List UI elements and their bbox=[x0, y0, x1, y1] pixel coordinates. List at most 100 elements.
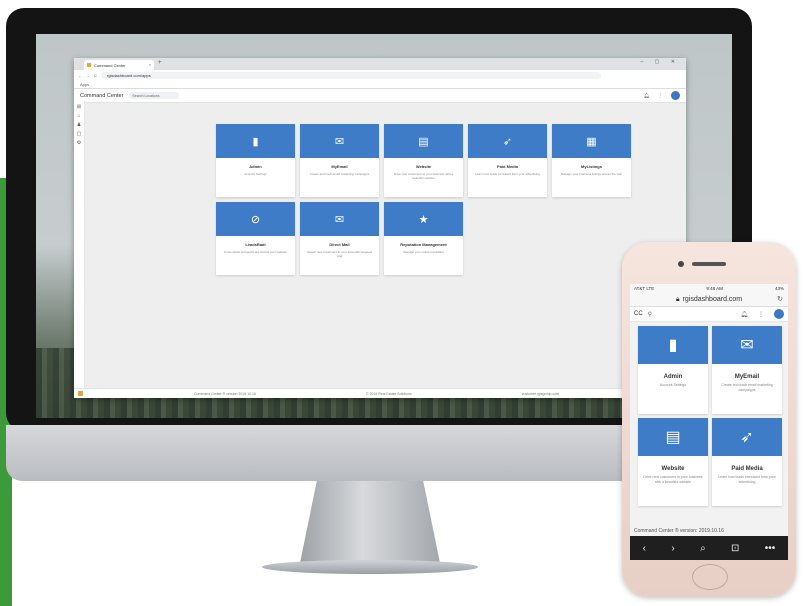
card-title: Admin bbox=[249, 164, 262, 169]
website-icon: ▤ bbox=[418, 135, 429, 148]
bell-icon[interactable]: 🔔︎ bbox=[740, 311, 748, 318]
bookmarks-bar[interactable]: Apps bbox=[74, 81, 686, 89]
lock-icon: 🔒︎ bbox=[675, 295, 680, 303]
sidebar-item-pages[interactable]: ▢ bbox=[74, 131, 84, 137]
card-desc: Create and track email marketing campaig… bbox=[721, 383, 773, 392]
card-reputation-management[interactable]: ★ Reputation Management Manage your onli… bbox=[384, 202, 463, 275]
card-admin[interactable]: ▮ Admin Account Settings bbox=[638, 326, 708, 414]
card-desc: Account Settings bbox=[244, 172, 267, 176]
card-title: Direct Mail bbox=[329, 242, 350, 247]
card-desc: Create and track email marketing campaig… bbox=[309, 172, 370, 176]
smartphone: AT&T LTE 9:48 AM 43% 🔒︎ rgisdashboard.co… bbox=[622, 242, 796, 596]
card-direct-mail[interactable]: ✉ Direct Mail Reach new customers in you… bbox=[300, 202, 379, 275]
browser-tab[interactable]: Command Center × bbox=[84, 60, 154, 70]
more-icon[interactable]: ⋮ bbox=[758, 311, 764, 318]
admin-icon: ▮ bbox=[252, 135, 259, 148]
avatar[interactable] bbox=[671, 91, 680, 100]
mobile-url-bar[interactable]: 🔒︎ rgisdashboard.com ↻ bbox=[630, 293, 788, 307]
email-icon: ✉ bbox=[740, 337, 754, 354]
star-badge-icon: ★ bbox=[418, 213, 429, 226]
mobile-card-grid: ▮ Admin Account Settings ✉ MyEmail Creat… bbox=[638, 326, 782, 506]
window-controls[interactable]: – ▢ ✕ bbox=[641, 59, 680, 65]
card-desc: Learn how leads increased from your adve… bbox=[718, 475, 776, 484]
footer-logo-icon bbox=[78, 391, 83, 396]
browser-window: Command Center × + – ▢ ✕ ← → C rgisdashb… bbox=[74, 58, 686, 398]
carrier: AT&T LTE bbox=[634, 286, 655, 291]
card-title: Admin bbox=[663, 374, 683, 380]
compass-icon: ⊘ bbox=[250, 213, 261, 226]
mail-icon: ✉ bbox=[334, 213, 345, 226]
browser-tab-bar: Command Center × + – ▢ ✕ bbox=[74, 58, 686, 70]
close-tab-icon[interactable]: × bbox=[149, 62, 151, 67]
pin-icon[interactable]: ⚲ bbox=[648, 311, 652, 318]
camera-icon bbox=[678, 261, 684, 267]
mobile-app-header: CC ⚲ 🔔︎ ⋮ bbox=[630, 307, 788, 322]
bell-icon[interactable]: 🔔︎ bbox=[644, 93, 650, 99]
location-selector[interactable]: Search Locations bbox=[129, 92, 180, 99]
clipboard-icon: ▦ bbox=[586, 135, 597, 148]
card-title: MyEmail bbox=[734, 374, 760, 380]
sidebar-item-settings[interactable]: ⚙ bbox=[74, 140, 84, 146]
sidebar-item-apps[interactable]: ⊞ bbox=[74, 104, 84, 110]
sidebar: ⊞ ⌂ ♟ ▢ ⚙ bbox=[74, 101, 85, 397]
url-text: rgisdashboard.com/apps bbox=[106, 73, 151, 78]
tabs-icon[interactable]: ⊡ bbox=[731, 543, 739, 554]
status-bar: AT&T LTE 9:48 AM 43% bbox=[630, 284, 788, 293]
website-icon: ▤ bbox=[665, 429, 681, 446]
forward-icon[interactable]: → bbox=[86, 73, 90, 78]
card-paid-media[interactable]: ➶ Paid Media Learn how leads increased f… bbox=[468, 124, 547, 197]
card-desc: Account Settings bbox=[659, 383, 687, 387]
avatar[interactable] bbox=[774, 309, 784, 319]
url-field[interactable]: rgisdashboard.com/apps bbox=[100, 72, 601, 79]
card-myemail[interactable]: ✉ MyEmail Create and track email marketi… bbox=[712, 326, 782, 414]
footer-copyright: © 2019 Real Estate Solutions bbox=[365, 391, 412, 396]
card-mylistings[interactable]: ▦ MyListings Manage your business listin… bbox=[552, 124, 631, 197]
app-footer: Command Center ® version 2019.10.16 © 20… bbox=[74, 388, 686, 398]
tab-title: Command Center bbox=[94, 62, 126, 68]
card-website[interactable]: ▤ Website Drive new customers to your bu… bbox=[384, 124, 463, 197]
location-placeholder: Search Locations bbox=[132, 93, 160, 98]
card-admin[interactable]: ▮ Admin Account Settings bbox=[216, 124, 295, 197]
sidebar-item-users[interactable]: ♟ bbox=[74, 122, 84, 128]
sidebar-item-home[interactable]: ⌂ bbox=[74, 113, 84, 119]
card-website[interactable]: ▤ Website Drive new customers to your bu… bbox=[638, 418, 708, 506]
app-card-grid: ▮ Admin Account Settings ✉ MyEmail Creat… bbox=[216, 124, 631, 275]
card-paid-media[interactable]: ➶ Paid Media Learn how leads increased f… bbox=[712, 418, 782, 506]
phone-screen: AT&T LTE 9:48 AM 43% 🔒︎ rgisdashboard.co… bbox=[630, 284, 788, 560]
reload-icon[interactable]: C bbox=[94, 73, 97, 78]
home-button[interactable] bbox=[692, 564, 728, 590]
admin-icon: ▮ bbox=[668, 337, 678, 354]
reload-icon[interactable]: ↻ bbox=[777, 295, 783, 303]
card-desc: Drive new customers to your business wit… bbox=[643, 475, 703, 484]
footer-link[interactable]: customer.rgisgroup.com bbox=[522, 392, 559, 396]
more-icon[interactable]: ••• bbox=[765, 543, 776, 554]
card-desc: Know which prospects are visiting your w… bbox=[224, 250, 287, 254]
card-title: MyEmail bbox=[331, 164, 348, 169]
more-icon[interactable]: ⋮ bbox=[658, 93, 663, 99]
mobile-footer: Command Center ® version: 2019.10.16 bbox=[630, 526, 788, 536]
card-title: Reputation Management bbox=[400, 242, 447, 247]
back-icon[interactable]: ← bbox=[78, 73, 82, 78]
card-desc: Reach new customers in your area with ta… bbox=[307, 250, 372, 258]
card-title: Website bbox=[415, 164, 432, 169]
card-desc: Learn how leads increased from your adve… bbox=[475, 172, 540, 176]
card-title: Paid Media bbox=[497, 164, 518, 169]
back-icon[interactable]: ‹ bbox=[643, 543, 646, 554]
imac-stand-base bbox=[262, 560, 478, 574]
favicon-icon bbox=[87, 63, 91, 67]
new-tab-button[interactable]: + bbox=[158, 60, 162, 66]
bookmark-apps[interactable]: Apps bbox=[80, 82, 89, 87]
cursor-click-icon: ➶ bbox=[502, 135, 513, 148]
search-icon[interactable]: ⌕ bbox=[700, 543, 706, 554]
address-bar-row: ← → C rgisdashboard.com/apps bbox=[74, 70, 686, 81]
card-myemail[interactable]: ✉ MyEmail Create and track email marketi… bbox=[300, 124, 379, 197]
imac-stand bbox=[300, 481, 440, 563]
card-title: MyListings bbox=[581, 164, 602, 169]
card-leadsradi[interactable]: ⊘ LeadsRadi Know which prospects are vis… bbox=[216, 202, 295, 275]
brand-label: CC bbox=[634, 311, 643, 317]
forward-icon[interactable]: › bbox=[671, 543, 674, 554]
card-desc: Manage your online reputation bbox=[403, 250, 444, 254]
card-title: Paid Media bbox=[731, 466, 763, 472]
card-desc: Drive new customers to your business wit… bbox=[393, 172, 454, 180]
card-title: LeadsRadi bbox=[245, 242, 266, 247]
